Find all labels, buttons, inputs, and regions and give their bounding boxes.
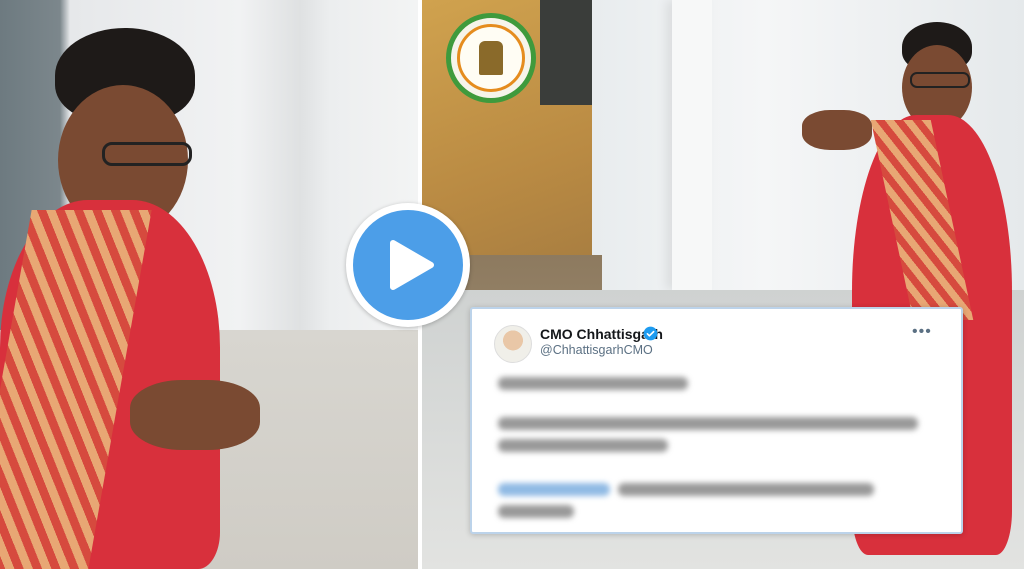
ashoka-pillar-icon <box>479 41 503 75</box>
window <box>540 0 600 105</box>
play-icon <box>390 240 434 290</box>
seal-ring <box>457 24 525 92</box>
woman-left <box>0 20 270 569</box>
more-horizontal-icon[interactable]: ••• <box>912 323 932 341</box>
verified-badge-icon <box>643 326 658 341</box>
play-button-circle[interactable] <box>353 210 463 320</box>
tweet-card[interactable]: CMO Chhattisgarh @ChhattisgarhCMO ••• <box>470 307 963 534</box>
blurred-text-line <box>618 483 874 496</box>
blurred-hashtag-link[interactable] <box>498 483 610 496</box>
play-button[interactable] <box>346 203 470 327</box>
blurred-text-line <box>498 417 918 430</box>
blurred-text-line <box>498 377 688 390</box>
avatar[interactable] <box>494 325 532 363</box>
government-seal-emblem <box>446 13 536 103</box>
pillar <box>672 0 712 290</box>
blurred-text-line <box>498 439 668 452</box>
tweet-author-handle[interactable]: @ChhattisgarhCMO <box>540 343 653 357</box>
blurred-text-line <box>498 505 574 518</box>
